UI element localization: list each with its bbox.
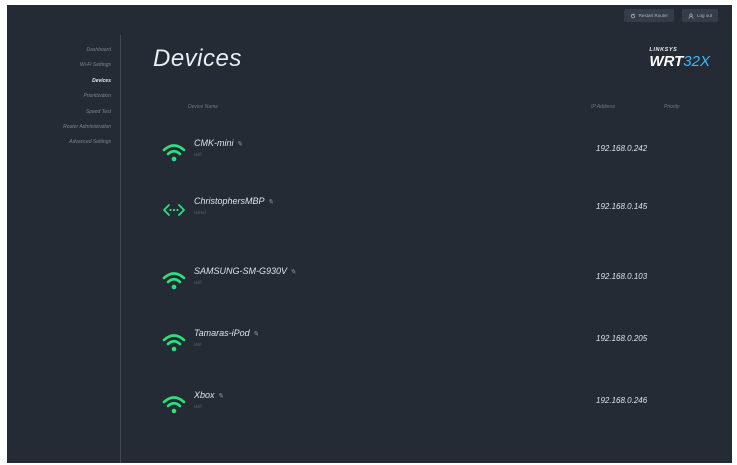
wifi-icon xyxy=(162,144,186,162)
wifi-icon xyxy=(162,334,186,352)
column-header-ip-address[interactable]: IP Address xyxy=(591,104,615,110)
app-window: Restart Router Log out Dashboard Wi-Fi S… xyxy=(7,5,732,463)
sidebar-item-prioritization[interactable]: Prioritization xyxy=(63,89,111,104)
edit-name-icon[interactable]: ✎ xyxy=(253,330,259,338)
device-connection-type: Wired xyxy=(194,210,206,215)
restart-icon xyxy=(630,13,635,18)
sidebar-nav: Dashboard Wi-Fi Settings Devices Priorit… xyxy=(63,43,111,151)
edit-name-icon[interactable]: ✎ xyxy=(290,268,296,276)
sidebar-item-advanced-settings[interactable]: Advanced Settings xyxy=(63,135,111,150)
device-ip-address: 192.168.0.205 xyxy=(596,334,648,343)
device-row[interactable]: Tamaras-iPod ✎ Wifi 192.168.0.205 xyxy=(156,323,716,363)
device-name: Tamaras-iPod ✎ xyxy=(194,328,259,338)
sidebar-item-wifi-settings[interactable]: Wi-Fi Settings xyxy=(63,58,111,73)
sidebar-item-devices[interactable]: Devices xyxy=(63,74,111,89)
column-header-device-name[interactable]: Device Name xyxy=(188,104,218,110)
linksys-logo: LINKSYS WRT32X xyxy=(649,47,710,69)
sidebar-item-speed-test[interactable]: Speed Test xyxy=(63,105,111,120)
wifi-icon xyxy=(162,396,186,414)
wifi-icon xyxy=(162,272,186,290)
device-row[interactable]: Xbox ✎ Wifi 192.168.0.246 xyxy=(156,385,716,425)
device-connection-type: Wifi xyxy=(194,280,202,285)
top-bar: Restart Router Log out xyxy=(623,9,718,22)
sidebar-item-router-administration[interactable]: Router Administration xyxy=(63,120,111,135)
device-name: SAMSUNG-SM-G930V ✎ xyxy=(194,266,296,276)
device-row[interactable]: SAMSUNG-SM-G930V ✎ Wifi 192.168.0.103 xyxy=(156,261,716,301)
device-connection-type: Wifi xyxy=(194,404,202,409)
device-name: CMK-mini ✎ xyxy=(194,138,243,148)
device-ip-address: 192.168.0.242 xyxy=(596,144,648,153)
device-row[interactable]: CMK-mini ✎ Wifi 192.168.0.242 xyxy=(156,133,716,173)
restart-router-label: Restart Router xyxy=(638,13,668,18)
device-ip-address: 192.168.0.246 xyxy=(596,396,648,405)
log-out-button[interactable]: Log out xyxy=(681,9,718,22)
device-row[interactable]: ChristophersMBP ✎ Wired 192.168.0.145 xyxy=(156,191,716,231)
logo-model-accent: 32X xyxy=(683,52,710,70)
device-ip-address: 192.168.0.145 xyxy=(596,202,648,211)
edit-name-icon[interactable]: ✎ xyxy=(218,392,224,400)
device-connection-type: Wifi xyxy=(194,152,202,157)
restart-router-button[interactable]: Restart Router xyxy=(623,9,674,22)
wired-icon xyxy=(163,204,185,216)
column-header-priority[interactable]: Priority xyxy=(664,104,680,110)
user-icon xyxy=(688,12,694,19)
edit-name-icon[interactable]: ✎ xyxy=(268,198,274,206)
log-out-label: Log out xyxy=(696,13,712,18)
sidebar: Dashboard Wi-Fi Settings Devices Priorit… xyxy=(7,5,120,463)
page-title: Devices xyxy=(153,45,242,72)
device-name: Xbox ✎ xyxy=(194,390,224,400)
sidebar-item-dashboard[interactable]: Dashboard xyxy=(63,43,111,58)
edit-name-icon[interactable]: ✎ xyxy=(237,140,243,148)
logo-model: WRT32X xyxy=(649,54,710,69)
device-name: ChristophersMBP ✎ xyxy=(194,196,274,206)
sidebar-divider xyxy=(120,35,121,463)
device-connection-type: Wifi xyxy=(194,342,202,347)
device-ip-address: 192.168.0.103 xyxy=(596,272,648,281)
logo-model-main: WRT xyxy=(649,52,684,70)
